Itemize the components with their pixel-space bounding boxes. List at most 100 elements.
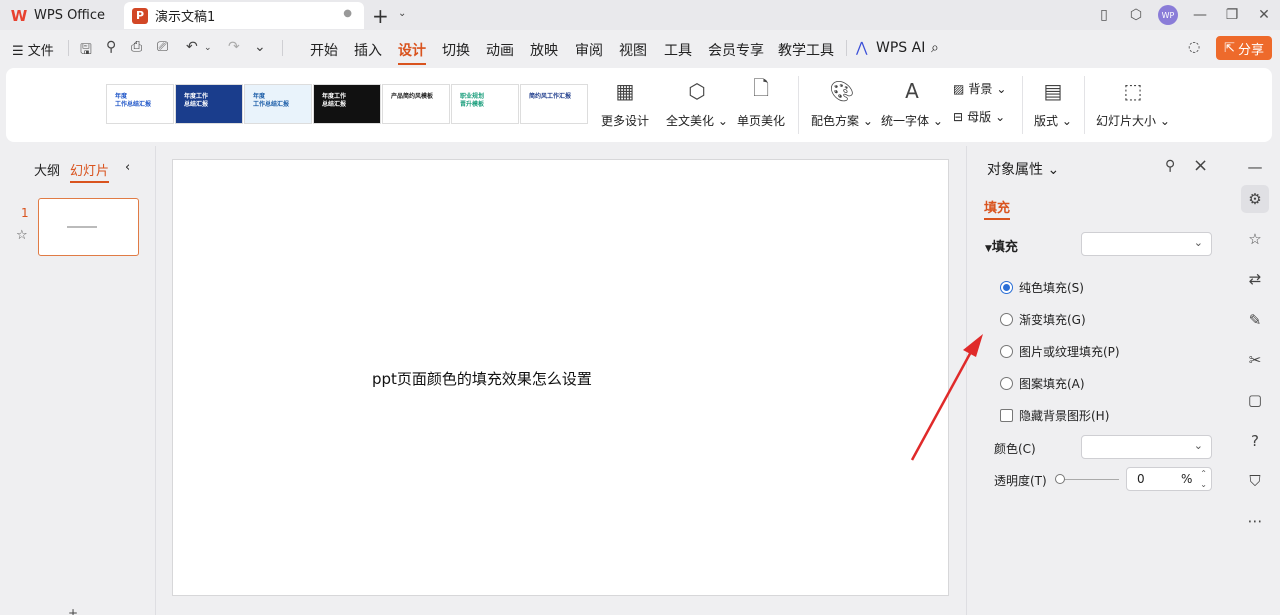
color-dropdown[interactable]: ⌄	[1081, 435, 1212, 459]
star-icon[interactable]: ☆	[1241, 225, 1269, 253]
background-button[interactable]: ▨ 背景 ⌄	[953, 80, 1006, 97]
tab-start[interactable]: 开始	[310, 40, 338, 60]
transparency-label: 透明度(T)	[994, 474, 1047, 488]
brush-icon[interactable]: ✎	[1241, 306, 1269, 334]
option-gradient-fill[interactable]: 渐变填充(G)	[1000, 311, 1086, 328]
option-picture-fill[interactable]: 图片或纹理填充(P)	[1000, 343, 1120, 360]
properties-icon[interactable]: ⚙	[1241, 185, 1269, 213]
chat-icon[interactable]: ◌	[1188, 39, 1200, 55]
minimize-icon[interactable]: —	[1184, 7, 1216, 23]
cube-icon[interactable]: ⬡	[1120, 7, 1152, 23]
translate-icon[interactable]: ⇄	[1241, 265, 1269, 293]
transparency-slider-handle[interactable]	[1055, 474, 1065, 484]
full-beautify-button[interactable]: ⬡ 全文美化 ⌄	[666, 78, 728, 129]
tab-fill[interactable]: 填充	[984, 197, 1011, 220]
design-template-thumbnail[interactable]: 产品简约风模板	[382, 84, 450, 124]
radio-solid-fill[interactable]	[1000, 281, 1013, 294]
user-avatar[interactable]: WP	[1152, 5, 1184, 25]
radio-picture-fill[interactable]	[1000, 345, 1013, 358]
restore-icon[interactable]: ❐	[1216, 7, 1248, 23]
file-menu[interactable]: ☰ 文件	[12, 40, 54, 59]
design-template-thumbnail[interactable]: 年度工作总结汇报	[175, 84, 243, 124]
slide-size-button[interactable]: ⬚ 幻灯片大小 ⌄	[1096, 78, 1170, 129]
color-scheme-button[interactable]: 🎨︎ 配色方案 ⌄	[811, 78, 873, 129]
tools-icon[interactable]: ✂	[1241, 346, 1269, 374]
fill-type-dropdown[interactable]: ⌄	[1081, 232, 1212, 256]
save-icon[interactable]: 🖫	[80, 39, 92, 63]
tab-slides[interactable]: 幻灯片	[70, 160, 110, 183]
tab-view[interactable]: 视图	[619, 40, 647, 60]
design-template-thumbnail[interactable]: 年度工作总结汇报	[313, 84, 381, 124]
reading-mode-icon[interactable]: ▯	[1088, 7, 1120, 23]
design-template-thumbnail[interactable]: 年度工作总结汇报	[244, 84, 312, 124]
transparency-slider-track[interactable]	[1059, 479, 1119, 480]
tab-animation[interactable]: 动画	[486, 40, 514, 60]
tab-review[interactable]: 审阅	[575, 40, 603, 60]
template-title: 职业规划	[460, 93, 485, 100]
full-beautify-label: 全文美化 ⌄	[666, 114, 728, 128]
tab-insert[interactable]: 插入	[354, 40, 382, 60]
minus-icon[interactable]: —	[1241, 153, 1269, 181]
add-slide-icon[interactable]: +	[68, 606, 78, 615]
checkbox-hide-background[interactable]	[1000, 409, 1013, 422]
design-template-thumbnail[interactable]: 职业规划 晋升模板	[451, 84, 519, 124]
slides-panel: 大纲 幻灯片 ‹ 1 ☆ +	[0, 146, 156, 615]
chevron-down-icon: ⌄	[996, 81, 1007, 96]
spinner-icon[interactable]: ⌃ ⌄	[1200, 468, 1207, 490]
tab-transition[interactable]: 切换	[442, 40, 470, 60]
more-icon[interactable]: ⋯	[1241, 507, 1269, 535]
design-template-thumbnail[interactable]: 简约风工作汇报	[520, 84, 588, 124]
search-icon[interactable]: ⌕	[931, 40, 939, 56]
help-icon[interactable]: ?	[1241, 427, 1269, 455]
redo-icon[interactable]: ↷	[228, 39, 240, 55]
option-solid-fill[interactable]: 纯色填充(S)	[1000, 279, 1084, 296]
more-design-button[interactable]: ▦ 更多设计	[601, 78, 649, 129]
tab-member[interactable]: 会员专享	[708, 40, 764, 60]
unsaved-dot-icon[interactable]: ●	[343, 8, 352, 19]
close-icon[interactable]: ✕	[1248, 7, 1280, 23]
tab-slideshow[interactable]: 放映	[530, 40, 558, 60]
new-tab-plus-icon[interactable]: +	[372, 4, 389, 28]
tab-design[interactable]: 设计	[398, 40, 426, 65]
tab-document[interactable]: P 演示文稿1 ●	[124, 2, 364, 29]
slide-text-box[interactable]: ppt页面颜色的填充效果怎么设置	[372, 368, 592, 389]
layout-button[interactable]: ▤ 版式 ⌄	[1034, 78, 1072, 129]
tab-tools[interactable]: 工具	[664, 40, 692, 60]
share-button[interactable]: ⇱ 分享	[1216, 36, 1272, 60]
undo-icon[interactable]: ↶	[186, 39, 198, 55]
tab-wps-office[interactable]: W WPS Office	[6, 2, 118, 29]
wps-ai-button[interactable]: WPS AI	[876, 40, 925, 56]
collapse-panel-icon[interactable]: ‹	[125, 160, 130, 175]
pin-icon[interactable]: ⚲	[1165, 158, 1175, 174]
tab-teaching-tools[interactable]: 教学工具	[778, 40, 834, 60]
slide[interactable]: ppt页面颜色的填充效果怎么设置	[172, 159, 949, 596]
more-dropdown-icon[interactable]: ⌄	[254, 39, 266, 55]
print-preview-icon[interactable]: ⎚	[157, 39, 168, 55]
brush-format-icon[interactable]: ⚲	[106, 39, 116, 55]
page-beautify-button[interactable]: 🗋 单页美化	[737, 76, 786, 129]
radio-gradient-fill[interactable]	[1000, 313, 1013, 326]
share-label: 分享	[1237, 42, 1264, 58]
wps-ai-icon[interactable]: ⋀	[856, 40, 867, 56]
chevron-down-icon[interactable]: ⌄	[398, 8, 406, 19]
design-template-thumbnail[interactable]: 年度工作总结汇报	[106, 84, 174, 124]
option-pattern-fill[interactable]: 图案填充(A)	[1000, 375, 1085, 392]
fill-section-header[interactable]: ▼填充	[985, 236, 1018, 255]
close-icon[interactable]: ×	[1193, 155, 1208, 176]
panel-title[interactable]: 对象属性 ⌄	[987, 159, 1059, 179]
divider	[846, 40, 847, 56]
master-button[interactable]: ⊟ 母版 ⌄	[953, 108, 1005, 125]
book-icon[interactable]: ▢	[1241, 386, 1269, 414]
star-icon[interactable]: ☆	[16, 228, 28, 243]
transparency-input[interactable]: 0 % ⌃ ⌄	[1126, 467, 1212, 491]
slide-thumbnail[interactable]	[38, 198, 139, 256]
option-hide-background[interactable]: 隐藏背景图形(H)	[1000, 407, 1109, 424]
unify-font-button[interactable]: A 统一字体 ⌄	[881, 78, 943, 129]
tab-outline[interactable]: 大纲	[34, 160, 60, 179]
slide-size-label: 幻灯片大小 ⌄	[1096, 114, 1170, 128]
shirt-icon[interactable]: ⛉	[1241, 467, 1269, 495]
page-beautify-label: 单页美化	[737, 114, 786, 128]
undo-dropdown-icon[interactable]: ⌄	[204, 43, 212, 53]
print-icon[interactable]: ⎙	[131, 39, 142, 55]
radio-pattern-fill[interactable]	[1000, 377, 1013, 390]
